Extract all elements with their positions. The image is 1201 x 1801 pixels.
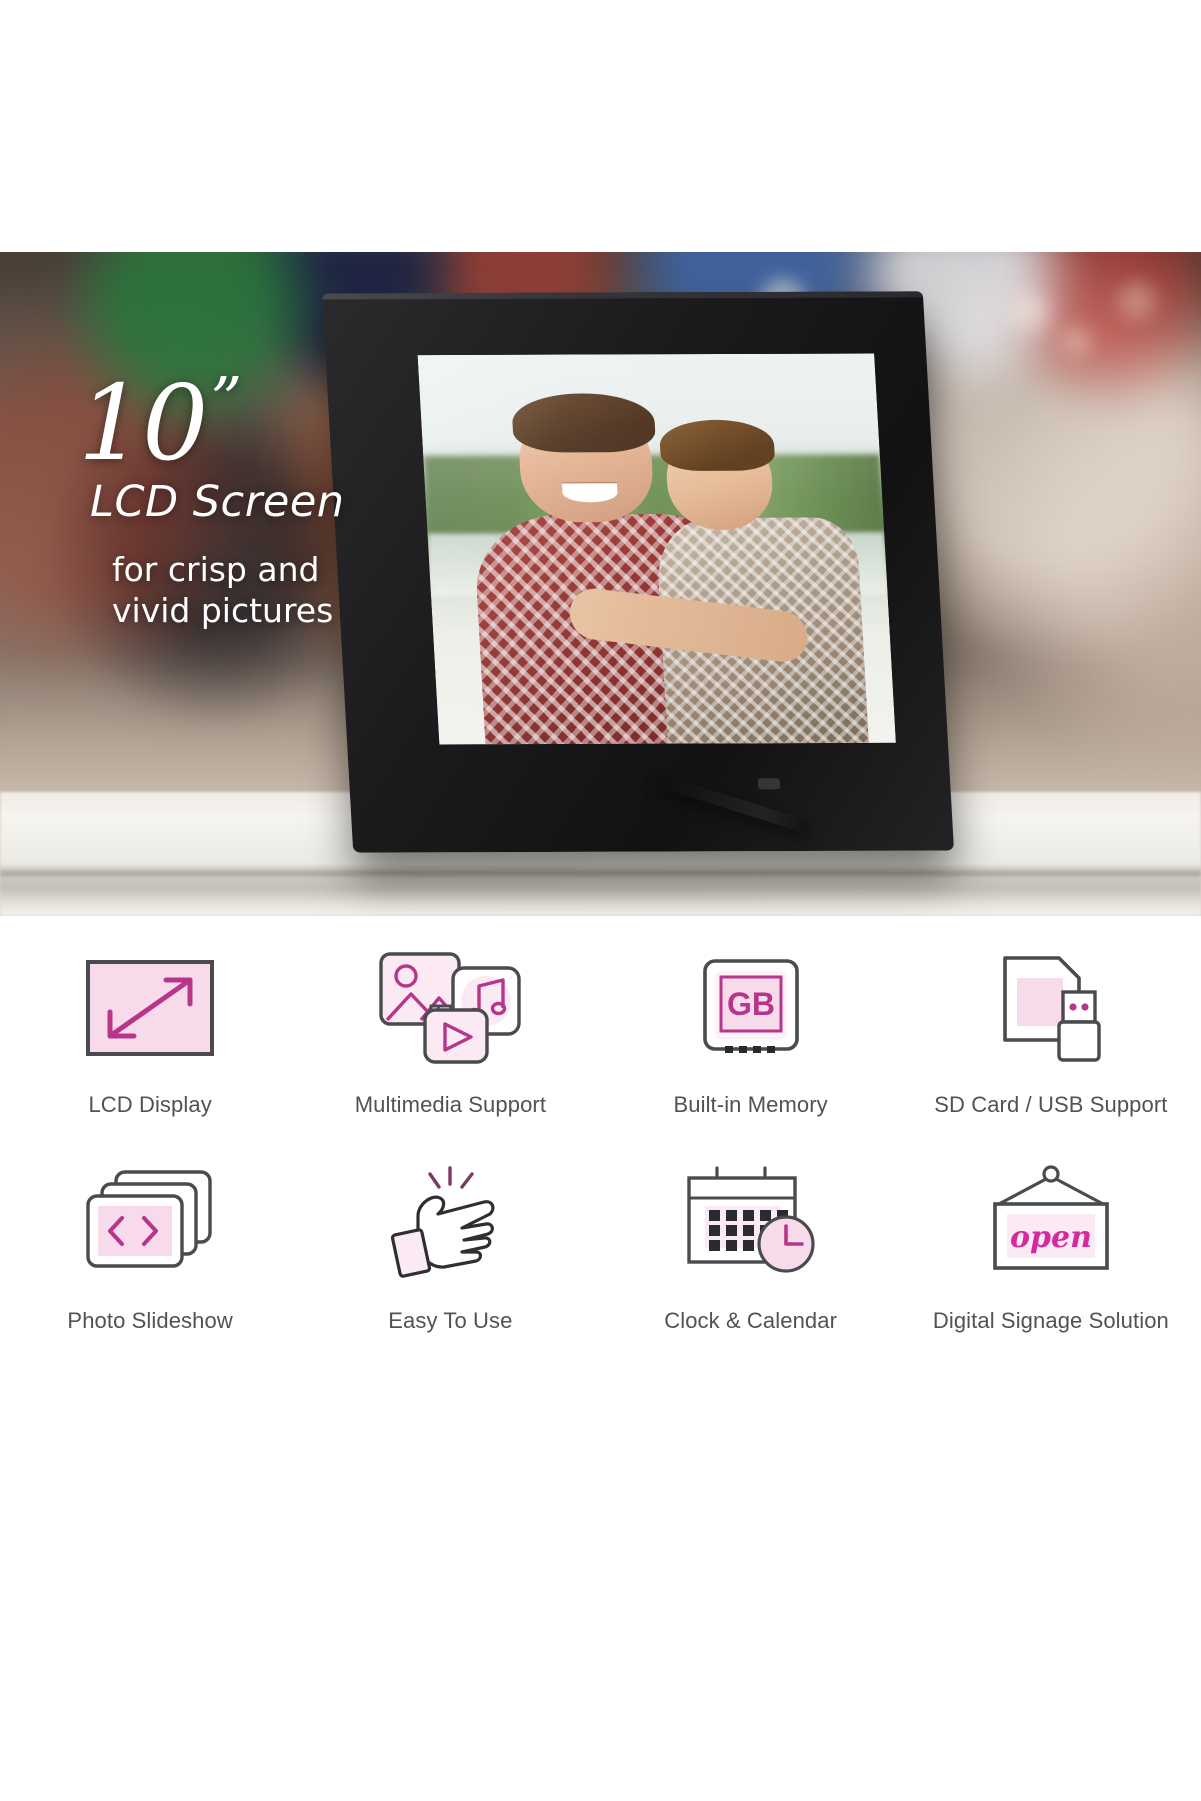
- feature-label: Photo Slideshow: [67, 1308, 233, 1333]
- frame-screen: [417, 353, 896, 745]
- feature-grid: LCD Display Multimedia Support GB Built-…: [0, 916, 1201, 1344]
- feature-multimedia-support: Multimedia Support: [300, 934, 600, 1128]
- feature-label: Built-in Memory: [673, 1092, 828, 1117]
- feature-label: Digital Signage Solution: [932, 1308, 1169, 1333]
- feature-label: LCD Display: [88, 1092, 212, 1117]
- signage-text: open: [1010, 1220, 1092, 1255]
- photo-man-hair: [511, 393, 656, 453]
- bokeh-light: [1062, 326, 1092, 356]
- bokeh-light: [1010, 292, 1050, 332]
- feature-row-2: Photo Slideshow Easy To Use Clock & Cale…: [0, 1128, 1201, 1344]
- feature-label: Multimedia Support: [354, 1092, 547, 1117]
- counter-edge: [0, 871, 1201, 876]
- feature-lcd-display: LCD Display: [0, 934, 300, 1128]
- memory-chip-text: GB: [727, 986, 775, 1022]
- photo-boy-hair: [658, 420, 776, 472]
- feature-label: SD Card / USB Support: [934, 1092, 1168, 1117]
- feature-label: Clock & Calendar: [664, 1308, 838, 1333]
- easy-to-use-icon: [388, 1162, 512, 1278]
- feature-sd-card-usb: SD Card / USB Support: [901, 934, 1201, 1128]
- frame-top-bevel: [321, 291, 924, 300]
- frame-bezel: [321, 291, 955, 853]
- feature-digital-signage: open Digital Signage Solution: [901, 1128, 1201, 1344]
- displayed-photo: [417, 353, 896, 745]
- built-in-memory-icon: GB: [695, 950, 807, 1066]
- feature-row-1: LCD Display Multimedia Support GB Built-…: [0, 934, 1201, 1128]
- hero-banner: 10” LCD Screen for crisp and vivid pictu…: [0, 252, 1201, 916]
- multimedia-support-icon: [375, 950, 525, 1066]
- digital-photo-frame: [321, 291, 955, 853]
- feature-easy-to-use: Easy To Use: [300, 1128, 600, 1344]
- feature-built-in-memory: GB Built-in Memory: [601, 934, 901, 1128]
- lcd-display-icon: [82, 950, 218, 1066]
- clock-calendar-icon: [681, 1162, 821, 1278]
- feature-clock-calendar: Clock & Calendar: [601, 1128, 901, 1344]
- feature-label: Easy To Use: [388, 1308, 513, 1333]
- bokeh-light: [1118, 282, 1156, 320]
- feature-photo-slideshow: Photo Slideshow: [0, 1128, 300, 1344]
- product-marketing-page: 10” LCD Screen for crisp and vivid pictu…: [0, 0, 1201, 1801]
- photo-slideshow-icon: [82, 1162, 218, 1278]
- ir-sensor: [757, 778, 781, 790]
- sd-card-usb-icon: [989, 950, 1113, 1066]
- digital-signage-icon: open: [983, 1162, 1119, 1278]
